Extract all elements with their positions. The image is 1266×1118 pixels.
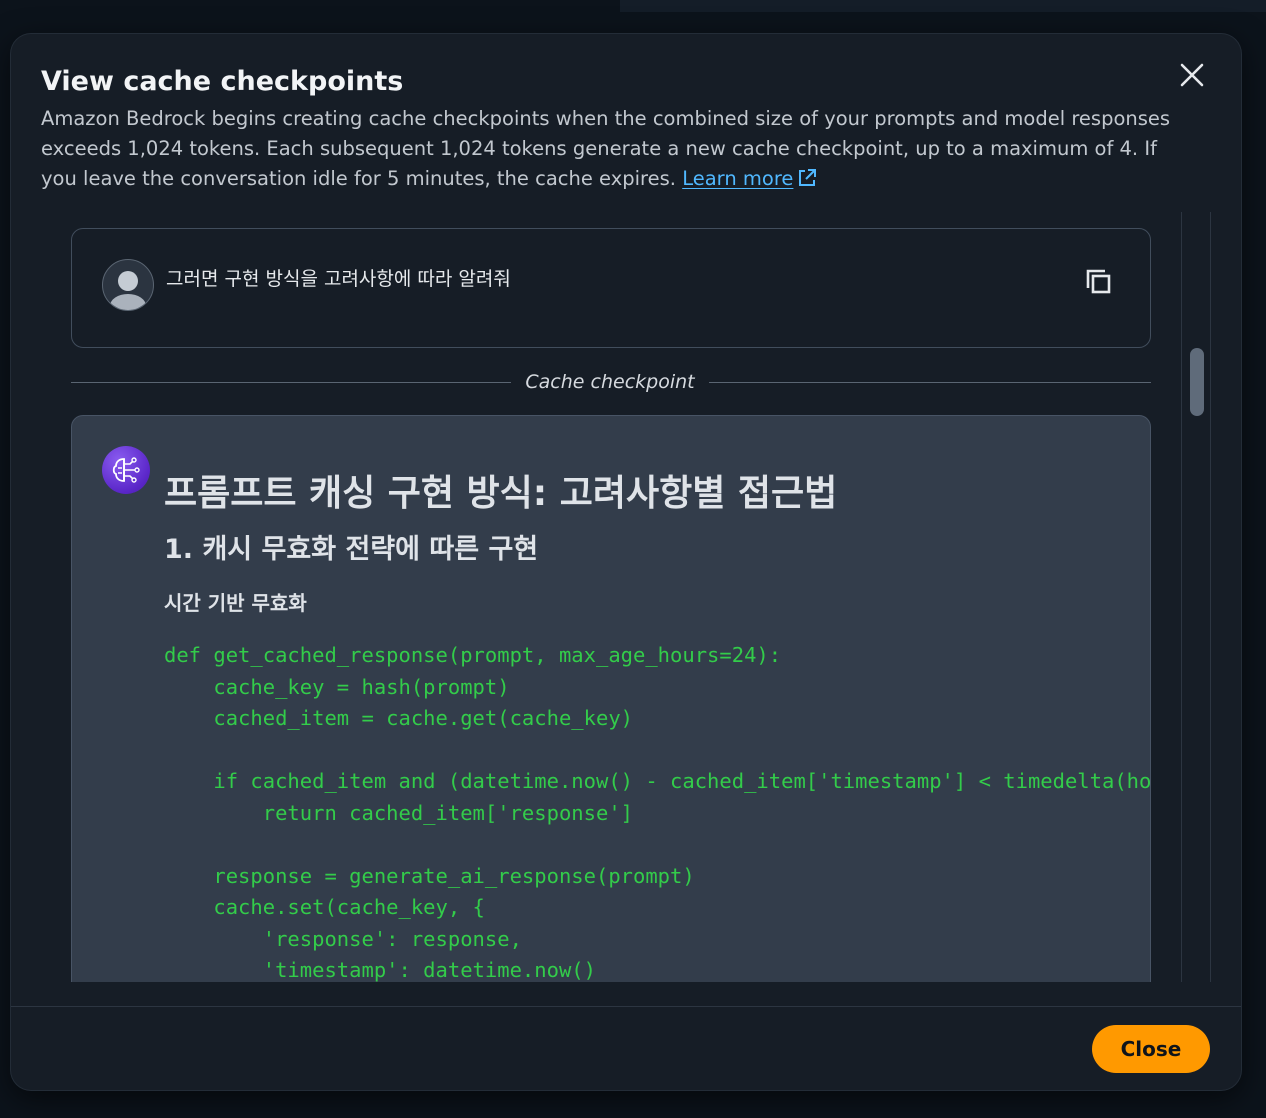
ai-brain-icon (102, 446, 150, 494)
modal-title: View cache checkpoints (41, 66, 404, 97)
user-message-text: 그러면 구현 방식을 고려사항에 따라 알려줘 (166, 268, 511, 290)
user-message-card: 그러면 구현 방식을 고려사항에 따라 알려줘 (71, 228, 1151, 348)
divider-line-left (71, 382, 511, 383)
checkpoint-scroll-area[interactable]: 그러면 구현 방식을 고려사항에 따라 알려줘 Cache checkpoint (11, 212, 1241, 982)
response-heading-3: 시간 기반 무효화 (164, 591, 307, 615)
divider-line-right (709, 382, 1151, 383)
ai-response-card: 프롬프트 캐싱 구현 방식: 고려사항별 접근법 1. 캐시 무효화 전략에 따… (71, 415, 1151, 982)
modal-description-text: Amazon Bedrock begins creating cache che… (41, 107, 1171, 190)
close-button[interactable]: Close (1092, 1025, 1210, 1073)
cache-checkpoint-divider: Cache checkpoint (71, 371, 1151, 393)
learn-more-link[interactable]: Learn more (682, 167, 817, 190)
modal-description: Amazon Bedrock begins creating cache che… (41, 104, 1171, 194)
response-heading-1: 프롬프트 캐싱 구현 방식: 고려사항별 접근법 (164, 473, 838, 514)
cache-checkpoint-label: Cache checkpoint (525, 371, 695, 393)
scrollbar-thumb[interactable] (1190, 348, 1204, 416)
user-avatar-icon (102, 259, 154, 311)
copy-icon[interactable] (1084, 267, 1114, 297)
learn-more-label: Learn more (682, 167, 794, 190)
modal-header: View cache checkpoints Amazon Bedrock be… (41, 64, 1171, 194)
vertical-scrollbar[interactable] (1181, 212, 1211, 982)
footer-divider (11, 1006, 1241, 1007)
cache-checkpoints-modal: View cache checkpoints Amazon Bedrock be… (11, 34, 1241, 1090)
ai-response-content: 프롬프트 캐싱 구현 방식: 고려사항별 접근법 1. 캐시 무효화 전략에 따… (164, 470, 1151, 982)
response-heading-2: 1. 캐시 무효화 전략에 따른 구현 (164, 534, 539, 565)
code-block: def get_cached_response(prompt, max_age_… (164, 643, 1151, 982)
external-link-icon (799, 169, 817, 186)
close-icon[interactable] (1177, 60, 1207, 90)
background-header-strip (620, 0, 1266, 12)
